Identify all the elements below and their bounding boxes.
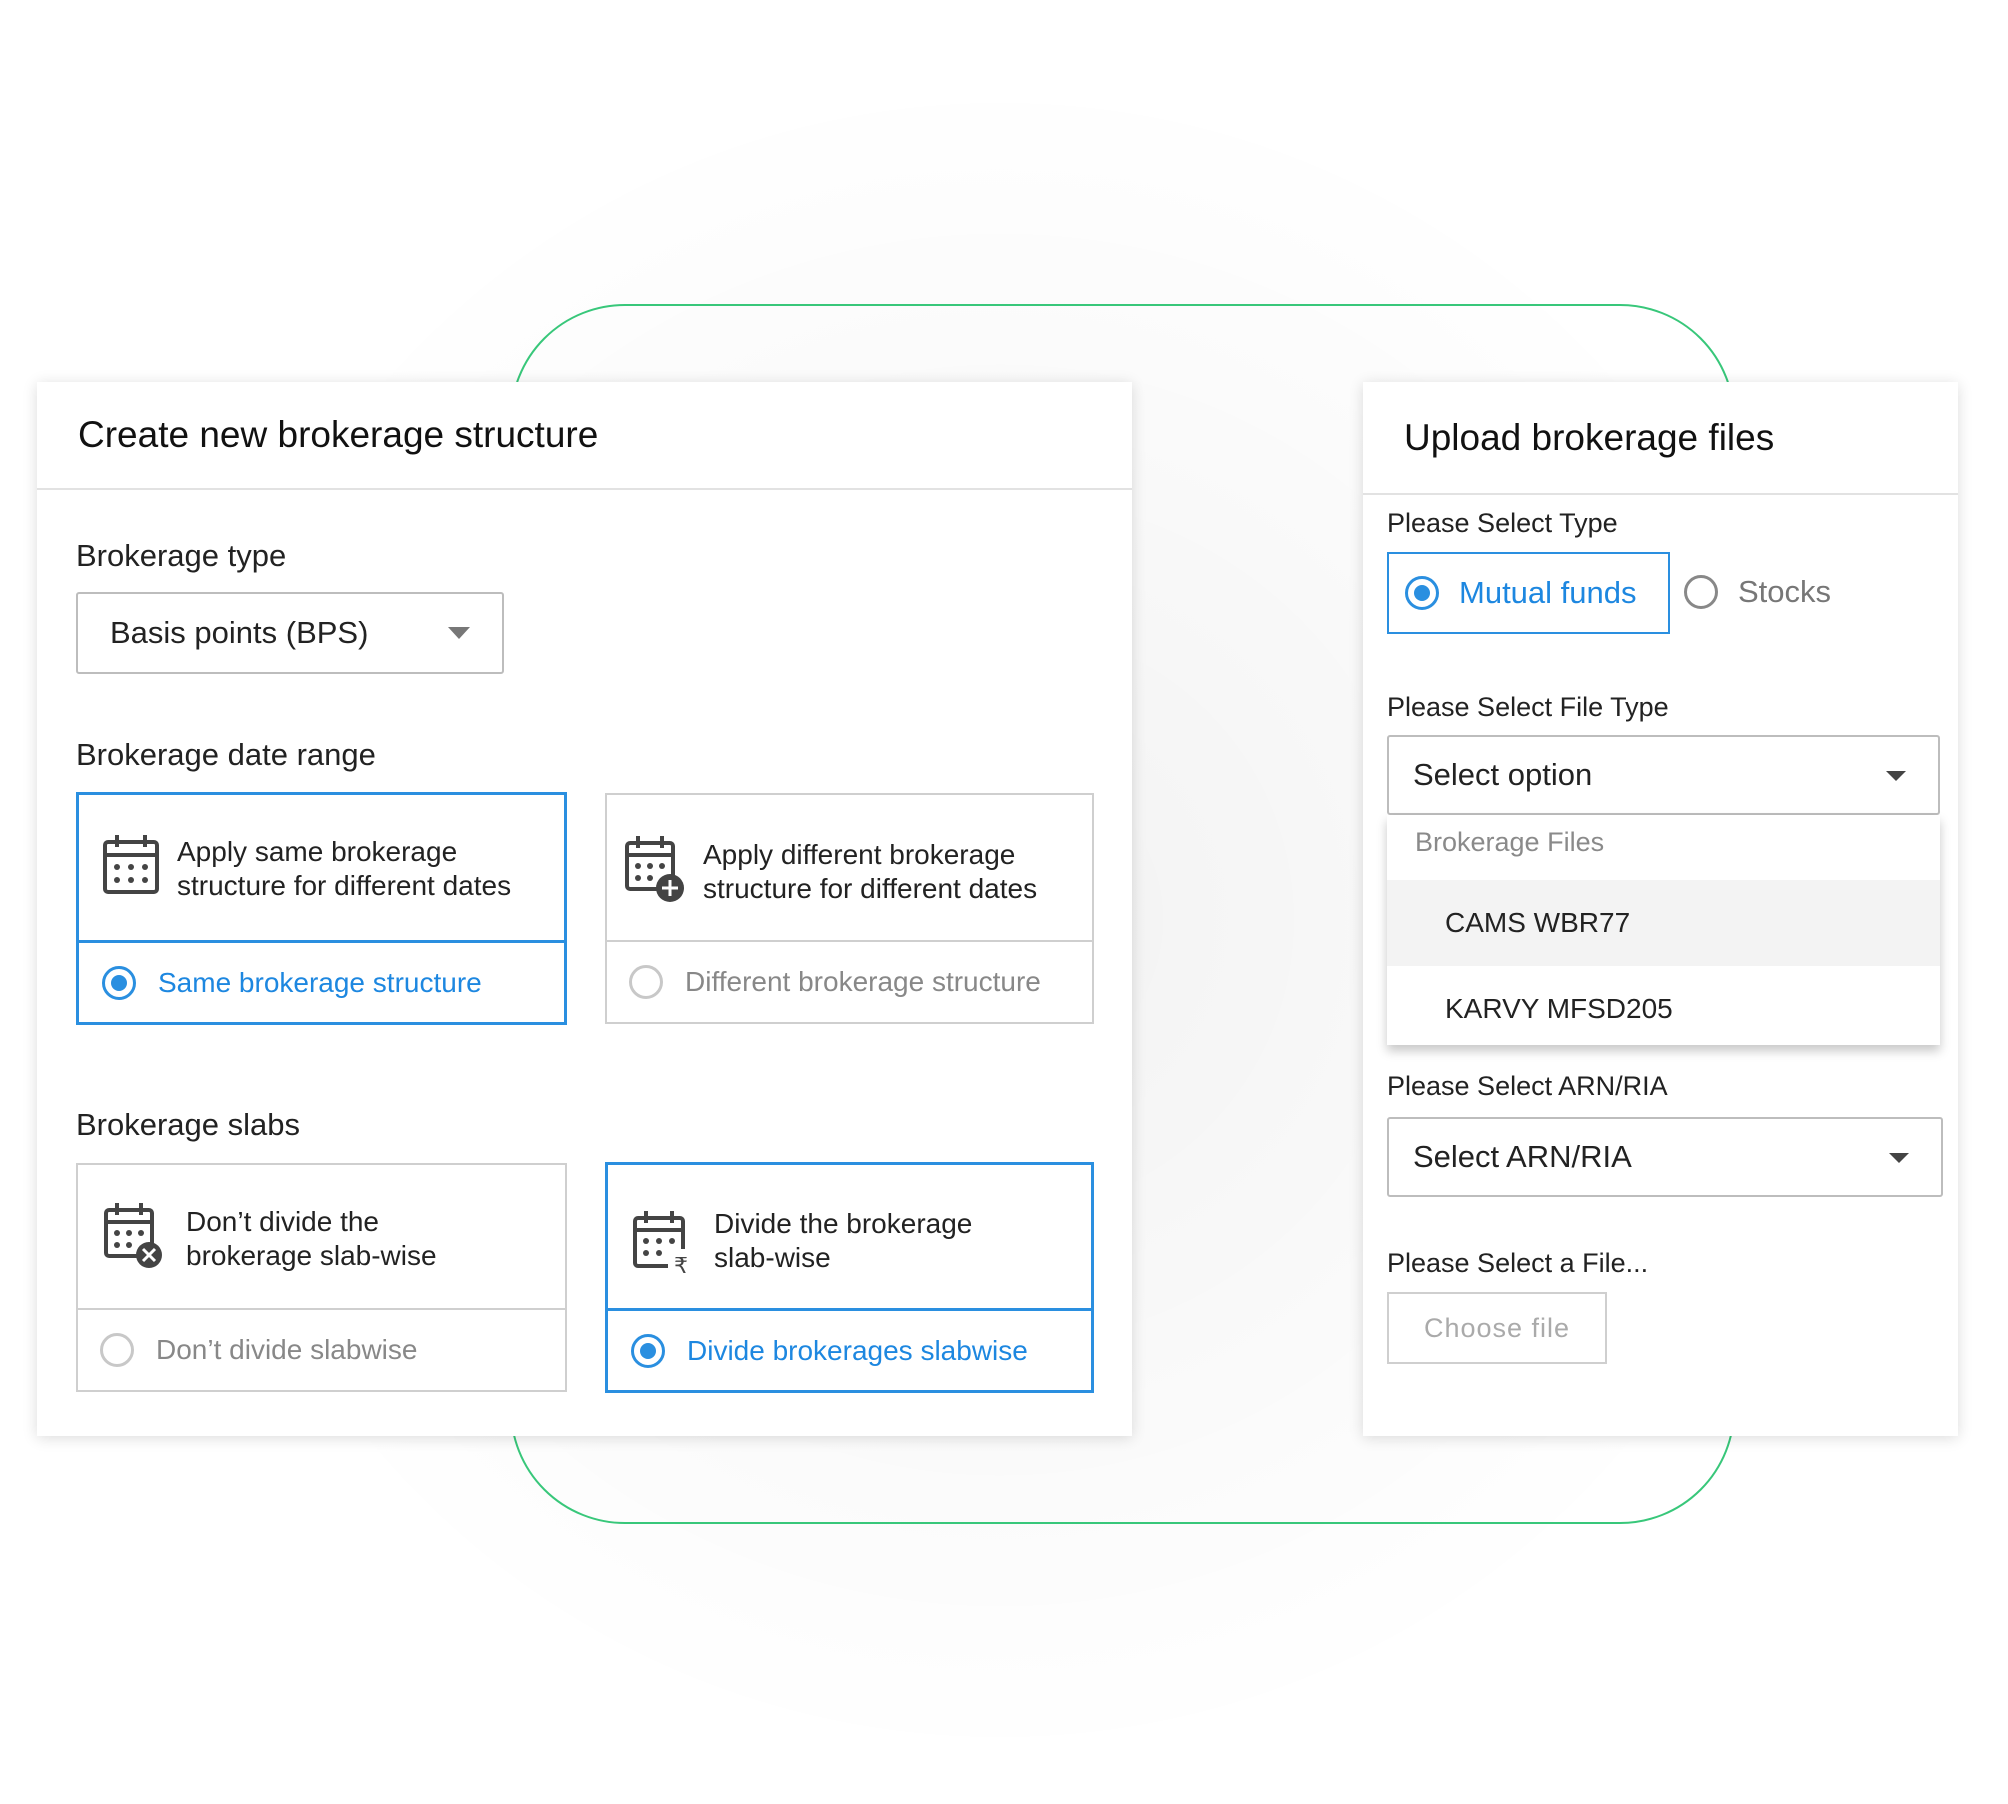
option-text-line2: slab-wise bbox=[714, 1242, 831, 1273]
stocks-label: Stocks bbox=[1738, 574, 1832, 609]
arn-value: Select ARN/RIA bbox=[1413, 1139, 1632, 1174]
mutual-funds-option[interactable]: Mutual funds bbox=[1387, 552, 1670, 634]
calendar-remove-icon bbox=[103, 1201, 167, 1276]
different-brokerage-radio[interactable] bbox=[629, 965, 663, 999]
same-brokerage-option[interactable]: Apply same brokerage structure for diffe… bbox=[76, 792, 567, 1025]
same-brokerage-radio-label: Same brokerage structure bbox=[158, 966, 482, 998]
file-label: Please Select a File... bbox=[1387, 1248, 1649, 1278]
divide-slabwise-radio[interactable] bbox=[631, 1333, 665, 1368]
chevron-down-icon bbox=[1889, 1153, 1909, 1163]
chevron-down-icon bbox=[448, 627, 470, 639]
arn-select[interactable]: Select ARN/RIA bbox=[1387, 1117, 1943, 1197]
select-type-label: Please Select Type bbox=[1387, 508, 1618, 538]
calendar-add-icon bbox=[624, 834, 688, 909]
dropdown-item-cams[interactable]: CAMS WBR77 bbox=[1387, 880, 1940, 966]
different-brokerage-option[interactable]: Apply different brokerage structure for … bbox=[605, 793, 1094, 1024]
option-text-line2: brokerage slab-wise bbox=[186, 1240, 437, 1271]
file-type-select[interactable]: Select option bbox=[1387, 735, 1940, 815]
choose-file-button[interactable]: Choose file bbox=[1387, 1292, 1607, 1364]
dont-divide-radio-label: Don’t divide slabwise bbox=[156, 1334, 418, 1365]
option-text-line1: Apply same brokerage bbox=[177, 836, 458, 867]
divide-slabwise-radio-label: Divide brokerages slabwise bbox=[687, 1334, 1028, 1366]
dropdown-item-karvy[interactable]: KARVY MFSD205 bbox=[1387, 966, 1940, 1052]
option-text-line1: Apply different brokerage bbox=[703, 839, 1016, 870]
chevron-down-icon bbox=[1886, 771, 1906, 781]
divide-slabwise-option[interactable]: ₹ Divide the brokerage slab-wise Divide … bbox=[605, 1162, 1094, 1393]
file-type-label: Please Select File Type bbox=[1387, 692, 1669, 722]
slabs-label: Brokerage slabs bbox=[76, 1107, 301, 1142]
card-title: Upload brokerage files bbox=[1363, 382, 1958, 495]
svg-text:₹: ₹ bbox=[674, 1254, 688, 1279]
brokerage-type-value: Basis points (BPS) bbox=[110, 615, 369, 650]
brokerage-type-label: Brokerage type bbox=[76, 538, 287, 573]
brokerage-type-select[interactable]: Basis points (BPS) bbox=[76, 592, 504, 674]
stocks-option[interactable]: Stocks bbox=[1684, 574, 1831, 610]
same-brokerage-radio[interactable] bbox=[102, 965, 136, 1000]
different-brokerage-radio-label: Different brokerage structure bbox=[685, 966, 1041, 997]
dont-divide-option[interactable]: Don’t divide the brokerage slab-wise Don… bbox=[76, 1163, 567, 1392]
date-range-label: Brokerage date range bbox=[76, 737, 376, 772]
stocks-radio[interactable] bbox=[1684, 575, 1718, 609]
option-text-line1: Don’t divide the bbox=[186, 1206, 380, 1237]
create-brokerage-card: Create new brokerage structure Brokerage… bbox=[37, 382, 1132, 1436]
mutual-funds-label: Mutual funds bbox=[1459, 575, 1637, 610]
dont-divide-radio[interactable] bbox=[100, 1333, 134, 1367]
card-title: Create new brokerage structure bbox=[37, 382, 1132, 490]
file-type-dropdown: Brokerage Files CAMS WBR77 KARVY MFSD205 bbox=[1387, 815, 1940, 1045]
calendar-icon bbox=[102, 833, 160, 900]
dropdown-group-header: Brokerage Files bbox=[1415, 827, 1605, 857]
option-text-line1: Divide the brokerage bbox=[714, 1208, 973, 1239]
arn-label: Please Select ARN/RIA bbox=[1387, 1071, 1668, 1101]
option-text-line2: structure for different dates bbox=[703, 873, 1038, 904]
calendar-rupee-icon: ₹ bbox=[632, 1209, 696, 1284]
mutual-funds-radio[interactable] bbox=[1405, 576, 1439, 610]
file-type-value: Select option bbox=[1413, 757, 1593, 792]
option-text-line2: structure for different dates bbox=[177, 870, 512, 901]
